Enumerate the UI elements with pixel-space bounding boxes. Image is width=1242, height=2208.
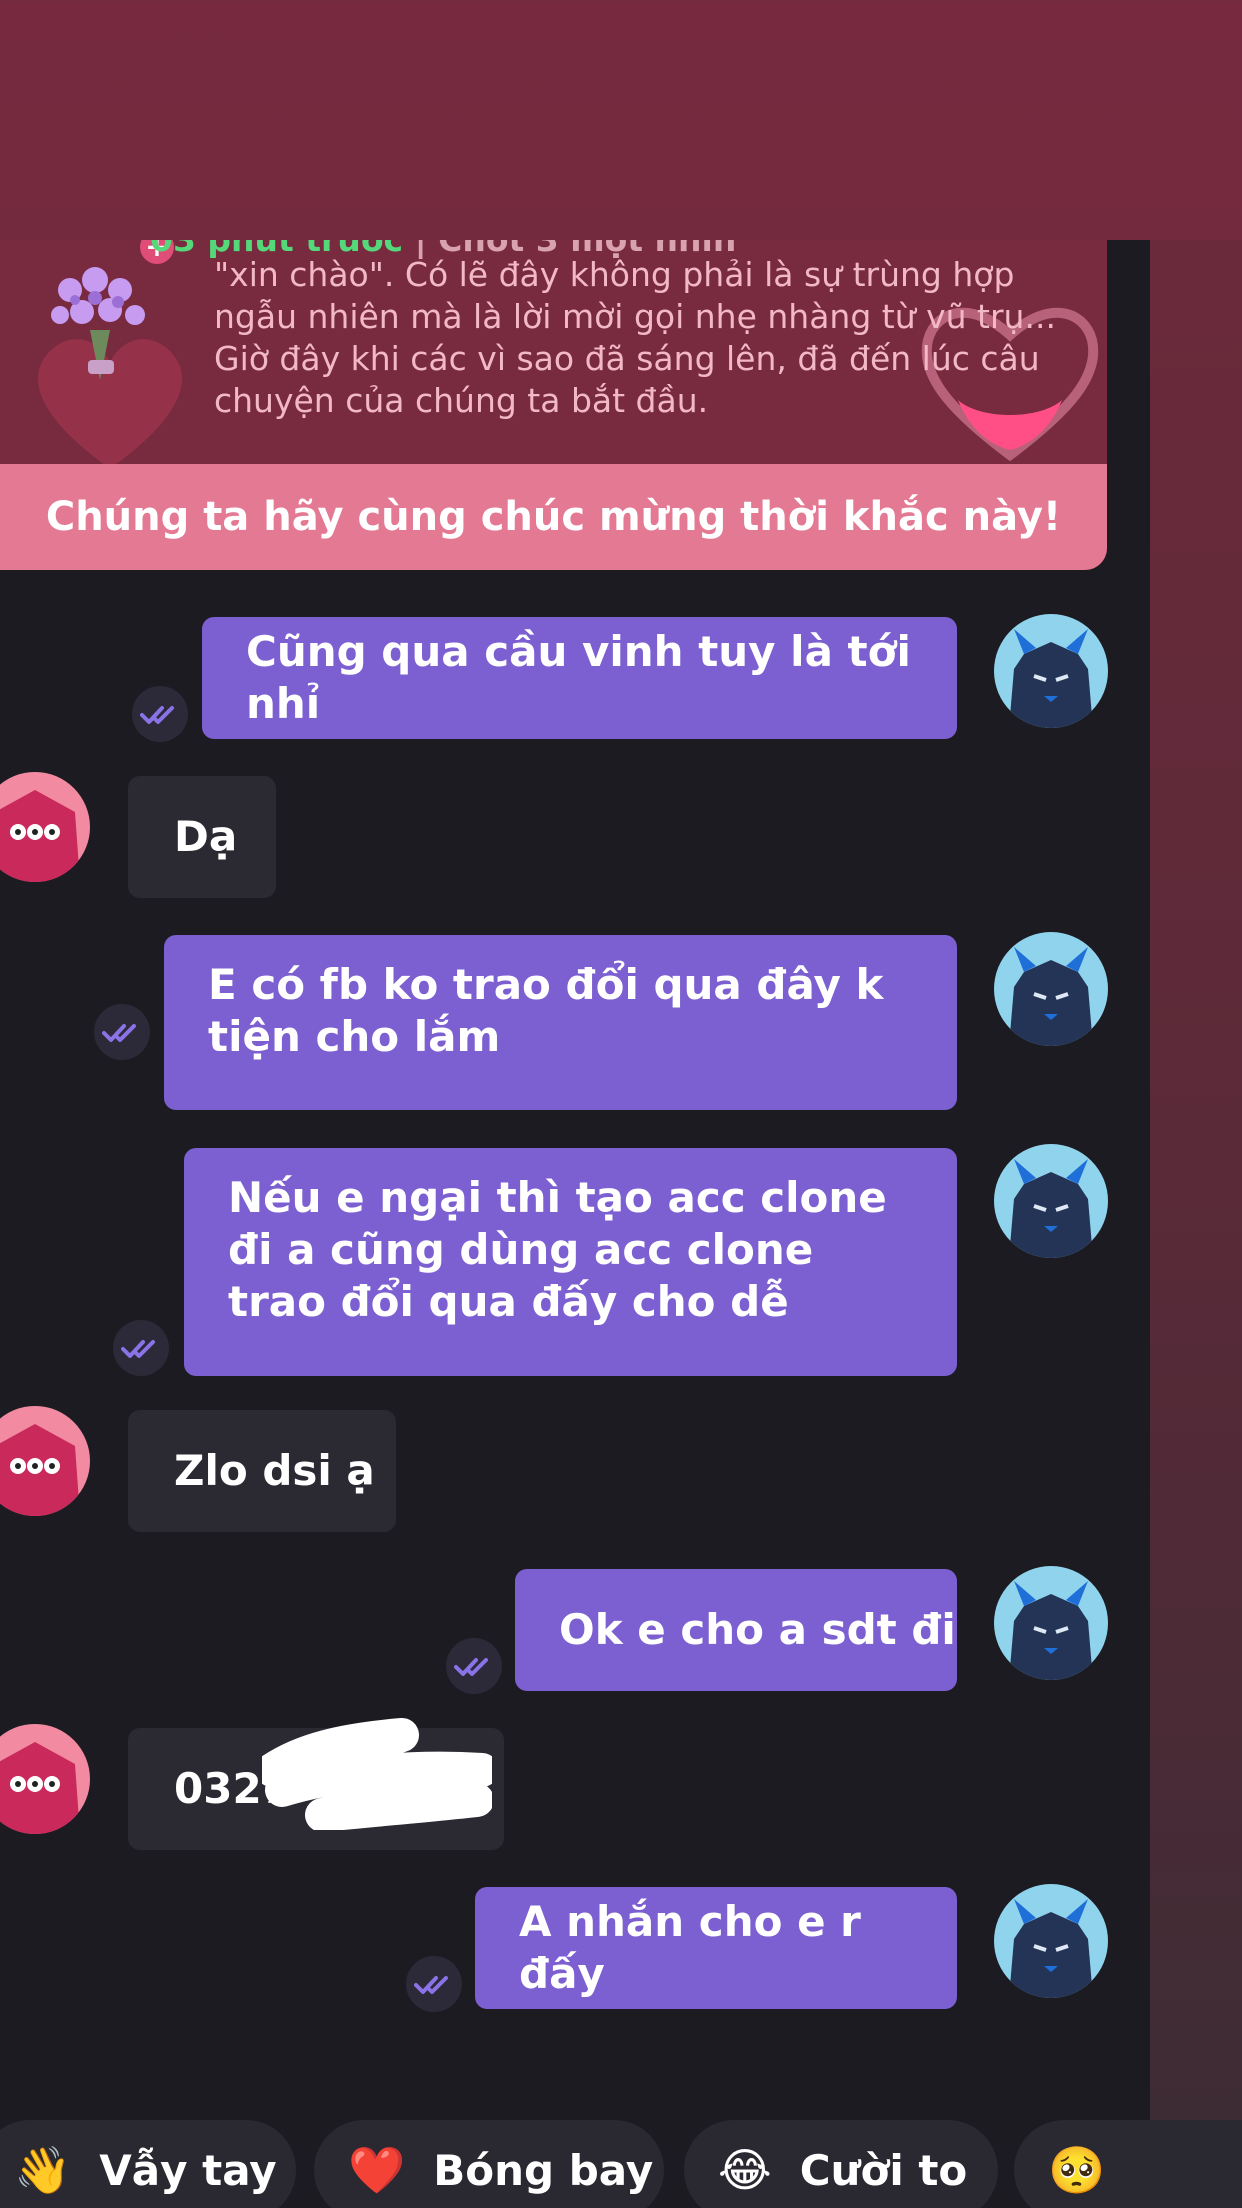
message-text: Nếu e ngại thì tạo acc clone đi a cũng d… xyxy=(228,1173,887,1326)
read-receipt-icon xyxy=(94,1004,150,1060)
right-edge-background xyxy=(1150,240,1242,2208)
message-bubble-outgoing[interactable]: E có fb ko trao đổi qua đây k tiện cho l… xyxy=(164,935,957,1110)
message-text: Zlo dsi ạ xyxy=(174,1446,375,1495)
my-avatar[interactable] xyxy=(994,1566,1108,1680)
flower-bouquet-icon xyxy=(51,267,145,380)
read-receipt-icon xyxy=(113,1320,169,1376)
my-avatar[interactable] xyxy=(994,932,1108,1046)
read-receipt-icon xyxy=(132,686,188,742)
contact-avatar[interactable] xyxy=(0,772,90,882)
message-text: Dạ xyxy=(174,812,238,861)
message-bubble-incoming[interactable]: Dạ xyxy=(128,776,276,898)
reaction-label: Cười to xyxy=(799,2145,968,2195)
message-bubble-outgoing[interactable]: Cũng qua cầu vinh tuy là tới nhỉ xyxy=(202,617,957,739)
my-avatar[interactable] xyxy=(994,1884,1108,1998)
waving-hand-icon: 👋 xyxy=(14,2142,72,2197)
reaction-label: Bóng bay xyxy=(433,2145,654,2195)
celebrate-button[interactable]: Chúng ta hãy cùng chúc mừng thời khắc nà… xyxy=(0,464,1107,570)
banner-message: "xin chào". Có lẽ đây không phải là sự t… xyxy=(214,255,1056,420)
message-bubble-outgoing[interactable]: A nhắn cho e r đấy xyxy=(475,1887,957,2009)
contact-avatar[interactable] xyxy=(0,1406,90,1516)
message-text: Cũng qua cầu vinh tuy là tới nhỉ xyxy=(246,627,911,728)
pleading-face-icon: 🥺 xyxy=(1048,2142,1106,2197)
match-banner: + 03 phút trước | Chốt 3 một nhìn "xin c… xyxy=(0,240,1107,570)
reaction-balloon-button[interactable]: ❤️ Bóng bay xyxy=(314,2120,664,2208)
message-text: Ok e cho a sdt đi xyxy=(559,1605,956,1654)
message-bubble-outgoing[interactable]: Ok e cho a sdt đi xyxy=(515,1569,957,1691)
chat-panel[interactable]: + 03 phút trước | Chốt 3 một nhìn "xin c… xyxy=(0,240,1150,2208)
my-avatar[interactable] xyxy=(994,1144,1108,1258)
read-receipt-icon xyxy=(406,1956,462,2012)
reaction-label: Vẫy tay xyxy=(99,2145,277,2195)
redaction-scribble xyxy=(262,1718,492,1830)
laughing-face-icon: 😂 xyxy=(718,2143,772,2197)
quick-reactions-bar: 👋 Vẫy tay ❤️ Bóng bay 😂 Cười to 🥺 xyxy=(0,2120,1242,2208)
read-receipt-icon xyxy=(446,1638,502,1694)
reaction-pleading-button[interactable]: 🥺 xyxy=(1014,2120,1242,2208)
message-bubble-outgoing[interactable]: Nếu e ngại thì tạo acc clone đi a cũng d… xyxy=(184,1148,957,1376)
reaction-wave-button[interactable]: 👋 Vẫy tay xyxy=(0,2120,296,2208)
reaction-laugh-button[interactable]: 😂 Cười to xyxy=(684,2120,998,2208)
heart-icon: ❤️ xyxy=(348,2142,406,2197)
message-text: E có fb ko trao đổi qua đây k tiện cho l… xyxy=(208,960,884,1061)
contact-avatar[interactable] xyxy=(0,1724,90,1834)
my-avatar[interactable] xyxy=(994,614,1108,728)
message-bubble-incoming[interactable]: Zlo dsi ạ xyxy=(128,1410,396,1532)
message-text: A nhắn cho e r đấy xyxy=(519,1897,861,1998)
